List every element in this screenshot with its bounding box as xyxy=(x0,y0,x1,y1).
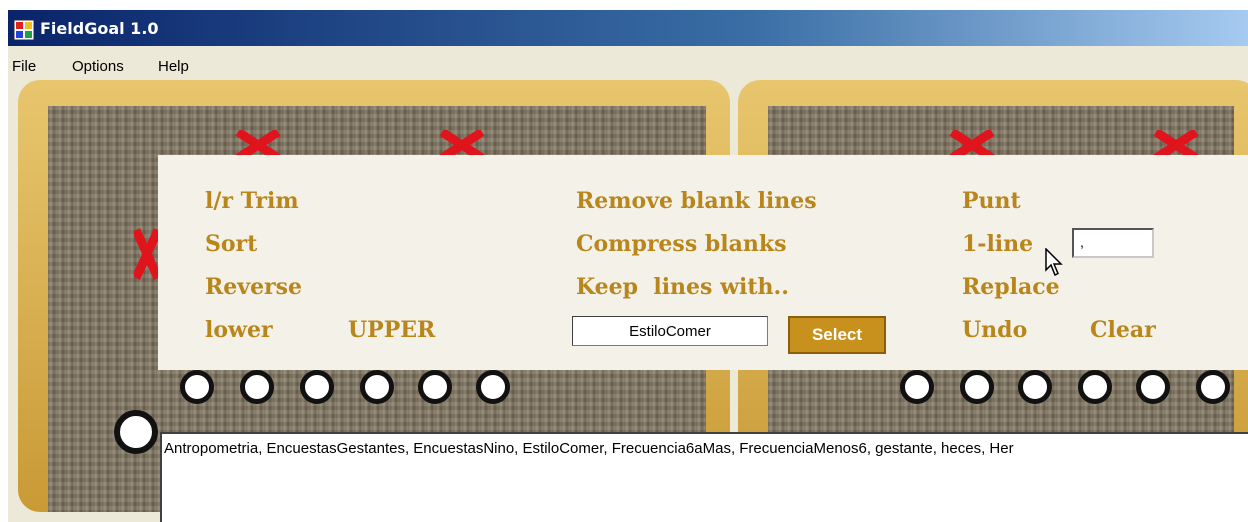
x-mark-icon xyxy=(134,228,160,280)
ball xyxy=(960,370,994,404)
keep-lines-with-command[interactable]: Keep lines with.. xyxy=(576,274,789,300)
ball xyxy=(476,370,510,404)
ball xyxy=(1078,370,1112,404)
delimiter-input[interactable]: , xyxy=(1072,228,1154,258)
ball xyxy=(360,370,394,404)
ball xyxy=(240,370,274,404)
ball xyxy=(300,370,334,404)
lower-command[interactable]: lower xyxy=(205,317,273,343)
lr-trim-command[interactable]: l/r Trim xyxy=(205,188,299,214)
ball xyxy=(1018,370,1052,404)
ball xyxy=(1196,370,1230,404)
menu-options[interactable]: Options xyxy=(72,58,124,75)
remove-blank-lines-command[interactable]: Remove blank lines xyxy=(576,188,817,214)
window-title: FieldGoal 1.0 xyxy=(40,19,159,38)
output-text-area[interactable]: Antropometria, EncuestasGestantes, Encue… xyxy=(160,432,1248,522)
keep-lines-filter-input[interactable]: EstiloComer xyxy=(572,316,768,346)
sort-command[interactable]: Sort xyxy=(205,231,257,257)
ball xyxy=(900,370,934,404)
punt-command[interactable]: Punt xyxy=(962,188,1021,214)
select-button[interactable]: Select xyxy=(788,316,886,354)
output-text: Antropometria, EncuestasGestantes, Encue… xyxy=(164,440,1014,457)
undo-command[interactable]: Undo xyxy=(962,317,1027,343)
clear-command[interactable]: Clear xyxy=(1090,317,1156,343)
compress-blanks-command[interactable]: Compress blanks xyxy=(576,231,786,257)
ball xyxy=(418,370,452,404)
menu-file[interactable]: File xyxy=(12,58,36,75)
menu-help[interactable]: Help xyxy=(158,58,189,75)
title-bar[interactable]: FieldGoal 1.0 xyxy=(8,10,1248,46)
ball xyxy=(1136,370,1170,404)
cursor-icon xyxy=(1045,248,1063,277)
upper-command[interactable]: UPPER xyxy=(348,317,435,343)
app-icon xyxy=(14,20,34,40)
reverse-command[interactable]: Reverse xyxy=(205,274,302,300)
one-line-command[interactable]: 1-line xyxy=(962,231,1033,257)
ball xyxy=(114,410,158,454)
ball xyxy=(180,370,214,404)
